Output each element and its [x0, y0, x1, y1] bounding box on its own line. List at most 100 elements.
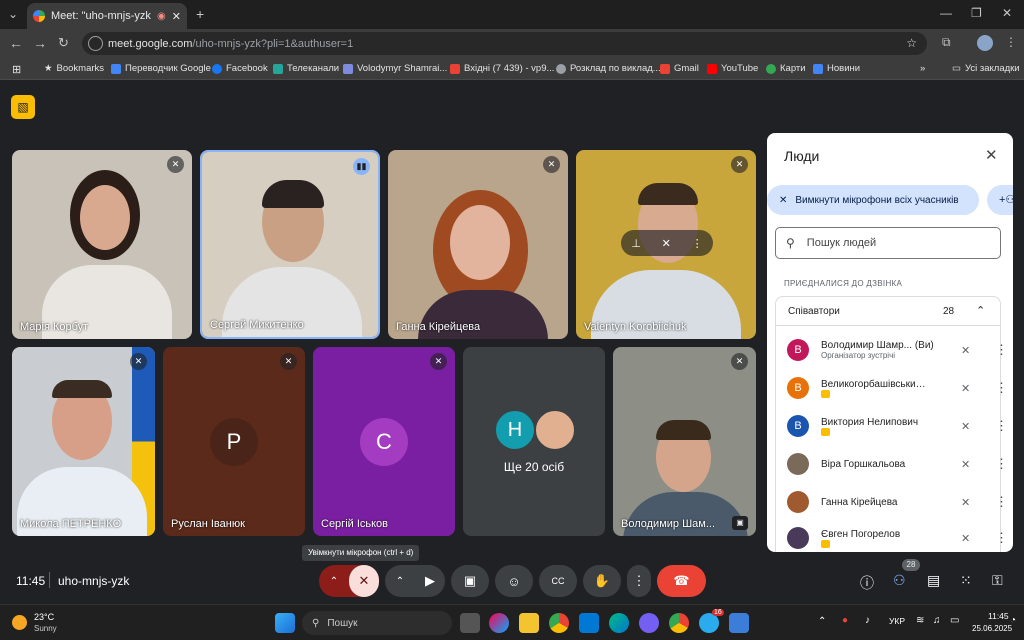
bookmark-item[interactable]: Розклад по виклад...: [556, 63, 661, 74]
more-options-icon[interactable]: ⋮: [995, 342, 1008, 358]
mute-participant-icon[interactable]: ✕: [961, 496, 970, 509]
camera-options-chevron-icon[interactable]: ⌃: [385, 576, 415, 587]
mute-participant-icon[interactable]: ✕: [961, 344, 970, 357]
present-button[interactable]: ▣: [451, 565, 489, 597]
clock-time[interactable]: 11:45: [988, 611, 1009, 621]
browser-menu-icon[interactable]: ⋮: [1005, 35, 1017, 49]
apps-icon[interactable]: ⊞: [12, 63, 21, 76]
captions-button[interactable]: CC: [539, 565, 577, 597]
chat-icon[interactable]: ▤: [927, 572, 940, 589]
more-options-icon[interactable]: ⋮: [995, 456, 1008, 472]
address-bar[interactable]: meet.google.com/uho-mnjs-yzk?pli=1&authu…: [82, 32, 927, 55]
tab-search-icon[interactable]: ⌄: [8, 7, 18, 21]
activities-icon[interactable]: ⁙: [960, 572, 972, 589]
more-options-icon[interactable]: ⋮: [995, 494, 1008, 510]
bookmark-item[interactable]: Вхідні (7 439) - vp9...: [450, 63, 554, 74]
bookmark-item[interactable]: Переводчик Google: [111, 63, 211, 74]
participant-tile-speaking[interactable]: ▮▮ Сергей Микитенко: [200, 150, 380, 339]
more-options-icon[interactable]: ⋮: [995, 380, 1008, 396]
extensions-icon[interactable]: ⧉: [942, 35, 951, 50]
bookmark-item[interactable]: Gmail: [660, 63, 699, 74]
bookmark-item[interactable]: ★ Bookmarks: [44, 63, 104, 74]
tray-app-icon[interactable]: ●: [842, 615, 848, 626]
keyboard-language[interactable]: УКР: [889, 616, 905, 626]
close-panel-icon[interactable]: ✕: [985, 146, 998, 164]
participant-row[interactable]: В Володимир Шамр... (Ви) Організатор зуст…: [787, 335, 1008, 365]
site-info-icon[interactable]: [88, 36, 103, 51]
restore-icon[interactable]: ❐: [971, 6, 982, 20]
leave-call-button[interactable]: ☎: [657, 565, 706, 597]
raise-hand-button[interactable]: ✋: [583, 565, 621, 597]
task-view-icon[interactable]: [460, 613, 480, 633]
mute-participant-icon[interactable]: ✕: [662, 237, 671, 250]
all-bookmarks[interactable]: ▭ Усі закладки: [952, 63, 1020, 74]
tab-meet[interactable]: Meet: "uho-mnjs-yzk" ◉ ✕: [27, 3, 187, 29]
tray-mic-icon[interactable]: ♪: [865, 615, 870, 626]
close-window-icon[interactable]: ✕: [1002, 6, 1012, 20]
add-people-button[interactable]: +⚇: [987, 185, 1013, 215]
photos-icon[interactable]: [729, 613, 749, 633]
mic-options-chevron-icon[interactable]: ⌃: [319, 576, 349, 587]
mic-off-button[interactable]: ✕: [349, 565, 379, 597]
mute-participant-icon[interactable]: ✕: [961, 382, 970, 395]
mute-all-button[interactable]: ✕ Вимкнути мікрофони всіх учасників: [767, 185, 979, 215]
participant-row[interactable]: Ганна Кірейцева ✕ ⋮: [787, 487, 1008, 517]
bookmark-item[interactable]: Новини: [813, 63, 860, 74]
bookmark-star-icon[interactable]: ☆: [906, 36, 917, 50]
chrome-profile-icon[interactable]: [669, 613, 689, 633]
more-options-icon[interactable]: ⋮: [692, 237, 703, 250]
notifications-icon[interactable]: ◔: [1010, 615, 1016, 626]
more-bookmarks-icon[interactable]: »: [920, 63, 925, 74]
forward-icon[interactable]: →: [33, 35, 47, 51]
bookmark-item[interactable]: Volodymyr Shamrai...: [343, 63, 447, 74]
participant-tile[interactable]: ✕ ▣ Володимир Шам...: [613, 347, 756, 536]
participant-tile[interactable]: ✕ Марія Корбут: [12, 150, 192, 339]
pin-icon[interactable]: ⊥: [631, 237, 641, 250]
camera-button[interactable]: ▶: [415, 573, 445, 589]
participant-row[interactable]: В Виктория Нелипович ✕ ⋮: [787, 411, 1008, 441]
mute-participant-icon[interactable]: ✕: [961, 458, 970, 471]
clock-date[interactable]: 25.06.2025: [972, 624, 1012, 633]
taskbar-search[interactable]: ⚲ Пошук: [302, 611, 452, 635]
others-tile[interactable]: Н Ще 20 осіб: [463, 347, 605, 536]
search-people-input[interactable]: ⚲ Пошук людей: [775, 227, 1001, 259]
host-controls-icon[interactable]: ⚿: [992, 572, 1003, 589]
participant-row[interactable]: В Великогорбашівський ... ✕ ⋮: [787, 373, 1008, 403]
chrome-icon[interactable]: [549, 613, 569, 633]
battery-icon[interactable]: ▭: [950, 615, 959, 626]
mute-participant-icon[interactable]: ✕: [961, 420, 970, 433]
weather-sun-icon[interactable]: [12, 615, 27, 630]
participant-tile[interactable]: ⊥ ✕ ⋮ ✕ Valentyn Korobiichuk: [576, 150, 756, 339]
wifi-icon[interactable]: ≋: [916, 615, 924, 626]
profile-avatar[interactable]: [977, 35, 993, 51]
reactions-button[interactable]: ☺: [495, 565, 533, 597]
participant-row[interactable]: Євген Погорелов ✕ ⋮: [787, 523, 1008, 552]
participant-tile[interactable]: С ✕ Сергій Іськов: [313, 347, 455, 536]
reload-icon[interactable]: ↻: [58, 35, 69, 51]
volume-icon[interactable]: ♫: [933, 615, 941, 626]
telegram-icon[interactable]: [699, 613, 719, 633]
mute-participant-icon[interactable]: ✕: [961, 532, 970, 545]
people-icon[interactable]: ⚇: [893, 572, 906, 589]
copilot-icon[interactable]: [489, 613, 509, 633]
participant-tile[interactable]: Р ✕ Руслан Іванюк: [163, 347, 305, 536]
store-icon[interactable]: [579, 613, 599, 633]
bookmark-item[interactable]: YouTube: [707, 63, 758, 74]
more-options-icon[interactable]: ⋮: [995, 530, 1008, 546]
more-options-icon[interactable]: ⋮: [995, 418, 1008, 434]
new-tab-icon[interactable]: +: [196, 6, 204, 22]
bookmark-item[interactable]: Facebook: [212, 63, 268, 74]
minimize-icon[interactable]: —: [940, 6, 952, 20]
contributors-group-header[interactable]: Співавтори 28 ⌃: [775, 296, 1001, 326]
tray-chevron-icon[interactable]: ⌃: [818, 616, 826, 627]
more-options-button[interactable]: ⋮: [627, 565, 651, 597]
bookmark-item[interactable]: Карти: [766, 63, 806, 74]
viber-icon[interactable]: [639, 613, 659, 633]
chevron-up-icon[interactable]: ⌃: [976, 304, 985, 317]
participant-tile[interactable]: ✕ Ганна Кірейцева: [388, 150, 568, 339]
back-icon[interactable]: ←: [9, 35, 23, 51]
participant-row[interactable]: Віра Горшкальова ✕ ⋮: [787, 449, 1008, 479]
participant-tile[interactable]: ✕ Микола ПЕТРЕНКО: [12, 347, 155, 536]
meeting-info-icon[interactable]: ⓘ: [860, 573, 874, 593]
start-windows-icon[interactable]: [275, 613, 295, 633]
